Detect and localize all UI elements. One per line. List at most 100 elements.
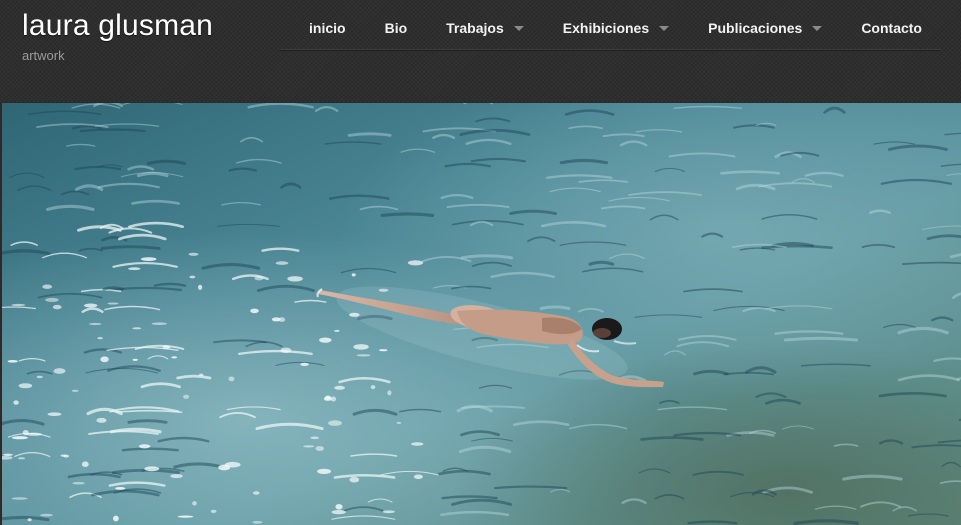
water-glint xyxy=(132,327,142,330)
chevron-down-icon xyxy=(513,25,524,31)
water-glint xyxy=(192,501,197,506)
water-glint xyxy=(52,304,62,310)
water-glint xyxy=(407,260,424,266)
water-glint xyxy=(7,360,18,363)
water-glint xyxy=(162,345,171,349)
water-glint xyxy=(151,322,167,325)
water-glint xyxy=(11,303,26,307)
water-ripple xyxy=(539,305,571,311)
water-glint xyxy=(140,257,157,261)
water-glint xyxy=(334,329,340,332)
main-nav: inicio Bio Trabajos Exhibiciones Publica… xyxy=(279,7,941,50)
water-glint xyxy=(303,445,315,448)
water-glint xyxy=(170,474,183,479)
water-glint xyxy=(396,421,402,424)
water-glint xyxy=(144,466,160,472)
water-glint xyxy=(413,474,423,480)
water-glint xyxy=(96,417,107,423)
nav-item-trabajos[interactable]: Trabajos xyxy=(446,20,524,36)
water-glint xyxy=(115,487,126,490)
water-glint xyxy=(81,461,89,468)
water-glint xyxy=(97,337,103,340)
water-glint xyxy=(128,267,141,271)
water-glint xyxy=(210,509,217,513)
nav-item-publicaciones[interactable]: Publicaciones xyxy=(708,20,823,36)
water-glint xyxy=(60,454,67,457)
water-glint xyxy=(17,457,26,460)
site-title[interactable]: laura glusman xyxy=(22,8,213,44)
water-glint xyxy=(199,373,204,377)
water-glint xyxy=(254,276,264,281)
water-glint xyxy=(11,436,28,440)
swimmer-in-water-photo xyxy=(2,103,961,525)
water-glint xyxy=(100,356,109,363)
water-glint xyxy=(189,275,196,279)
water-glint xyxy=(370,385,376,390)
water-glint xyxy=(252,520,263,524)
water-glint xyxy=(253,491,260,495)
water-glint xyxy=(310,436,320,440)
water-glint xyxy=(378,349,388,352)
water-glint xyxy=(356,354,371,357)
water-ripple xyxy=(127,419,168,424)
water-glint xyxy=(317,468,332,474)
water-glint xyxy=(300,362,309,366)
water-glint xyxy=(89,322,102,326)
nav-item-bio[interactable]: Bio xyxy=(385,20,408,36)
water-glint xyxy=(250,308,259,314)
water-glint xyxy=(72,481,85,485)
water-glint xyxy=(411,442,424,446)
water-ripple xyxy=(347,132,392,137)
water-glint xyxy=(334,385,345,390)
water-glint xyxy=(11,497,28,500)
water-glint xyxy=(132,358,138,361)
water-glint xyxy=(53,368,66,374)
water-glint xyxy=(171,356,178,359)
water-glint xyxy=(278,317,286,322)
water-ripple xyxy=(380,212,435,218)
water-glint xyxy=(387,390,392,396)
water-glint xyxy=(177,515,194,518)
water-glint xyxy=(107,302,119,305)
nav-item-label: Contacto xyxy=(861,20,922,36)
water-glint xyxy=(323,396,332,401)
water-glint xyxy=(13,400,19,405)
water-glint xyxy=(351,273,356,277)
water-glint xyxy=(275,261,289,265)
hero-image[interactable] xyxy=(0,103,961,525)
brand: laura glusman artwork xyxy=(22,8,213,63)
water-glint xyxy=(84,303,98,308)
water-glint xyxy=(218,464,231,471)
nav-item-label: inicio xyxy=(309,20,346,36)
water-glint xyxy=(36,375,43,379)
nav-item-exhibiciones[interactable]: Exhibiciones xyxy=(562,20,670,36)
water-glint xyxy=(228,376,235,382)
water-glint xyxy=(328,420,342,426)
water-glint xyxy=(113,515,119,522)
water-glint xyxy=(319,337,332,343)
water-glint xyxy=(315,446,325,451)
water-glint xyxy=(3,453,13,456)
nav-item-label: Publicaciones xyxy=(708,20,803,36)
water-glint xyxy=(40,513,53,517)
water-glint xyxy=(331,510,346,515)
nav-item-label: Exhibiciones xyxy=(562,20,650,36)
water-glint xyxy=(138,444,151,449)
water-glint xyxy=(71,389,79,392)
site-tagline: artwork xyxy=(22,48,65,63)
chevron-down-icon xyxy=(812,25,823,31)
nav-item-inicio[interactable]: inicio xyxy=(309,20,346,36)
water-glint xyxy=(18,383,33,389)
water-glint xyxy=(47,412,62,417)
water-glint xyxy=(335,504,343,510)
water-glint xyxy=(382,510,395,514)
nav-item-contacto[interactable]: Contacto xyxy=(861,20,922,36)
site-header: laura glusman artwork inicio Bio Trabajo… xyxy=(0,0,961,102)
nav-item-label: Trabajos xyxy=(446,20,504,36)
water-glint xyxy=(198,284,203,290)
water-glint xyxy=(349,476,360,483)
water-glint xyxy=(353,344,369,350)
chevron-down-icon xyxy=(659,25,670,31)
water-glint xyxy=(188,252,199,256)
water-glint xyxy=(287,276,303,282)
